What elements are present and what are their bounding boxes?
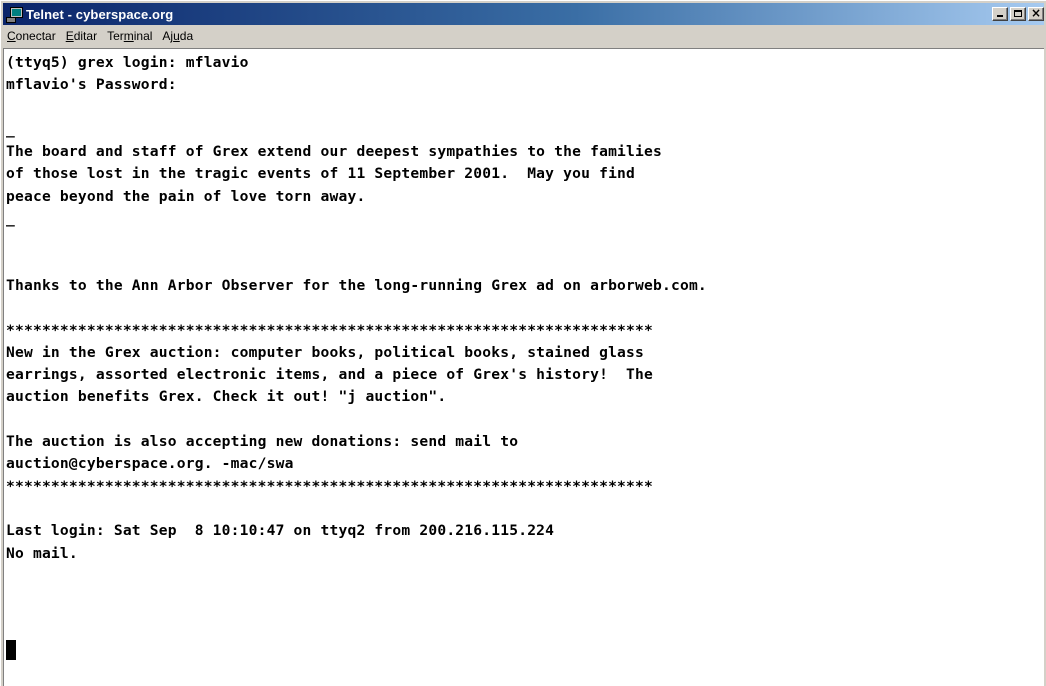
menu-editar[interactable]: Editar: [61, 29, 102, 43]
menu-terminal[interactable]: Terminal: [102, 29, 157, 43]
menu-conectar[interactable]: Conectar: [3, 29, 61, 43]
menu-ajuda[interactable]: Ajuda: [157, 29, 198, 43]
terminal-line: Last login: Sat Sep 8 10:10:47 on ttyq2 …: [6, 522, 555, 540]
terminal-line: auction benefits Grex. Check it out! "j …: [6, 388, 447, 406]
close-button[interactable]: ×: [1028, 6, 1044, 21]
terminal-line: earrings, assorted electronic items, and…: [6, 366, 654, 384]
maximize-button[interactable]: [1010, 7, 1026, 21]
terminal-line: peace beyond the pain of love torn away.: [6, 187, 366, 205]
terminal-line: mflavio's Password:: [6, 76, 177, 94]
close-icon: ×: [1030, 6, 1042, 20]
terminal-line: ****************************************…: [6, 477, 654, 495]
terminal-cursor: [6, 640, 16, 660]
terminal-line: No mail.: [6, 544, 78, 562]
terminal-line: _: [6, 210, 15, 228]
title-bar[interactable]: Telnet - cyberspace.org ×: [3, 3, 1044, 25]
terminal-line: auction@cyberspace.org. -mac/swa: [6, 455, 294, 473]
terminal-line: New in the Grex auction: computer books,…: [6, 343, 645, 361]
terminal-output: (ttyq5) grex login: mflavio mflavio's Pa…: [6, 52, 707, 565]
terminal-line: ****************************************…: [6, 321, 654, 339]
menu-bar: Conectar Editar Terminal Ajuda: [3, 26, 1044, 46]
minimize-icon: [997, 15, 1003, 17]
minimize-button[interactable]: [992, 7, 1008, 21]
maximize-icon: [1014, 10, 1022, 17]
telnet-icon[interactable]: [6, 6, 23, 23]
terminal-line: _: [6, 120, 15, 138]
terminal-line: Thanks to the Ann Arbor Observer for the…: [6, 276, 707, 294]
terminal-line: The auction is also accepting new donati…: [6, 433, 519, 451]
terminal-line: of those lost in the tragic events of 11…: [6, 165, 636, 183]
terminal-line: The board and staff of Grex extend our d…: [6, 143, 662, 161]
window-title: Telnet - cyberspace.org: [26, 6, 174, 22]
terminal-line: (ttyq5) grex login: mflavio: [6, 54, 249, 71]
